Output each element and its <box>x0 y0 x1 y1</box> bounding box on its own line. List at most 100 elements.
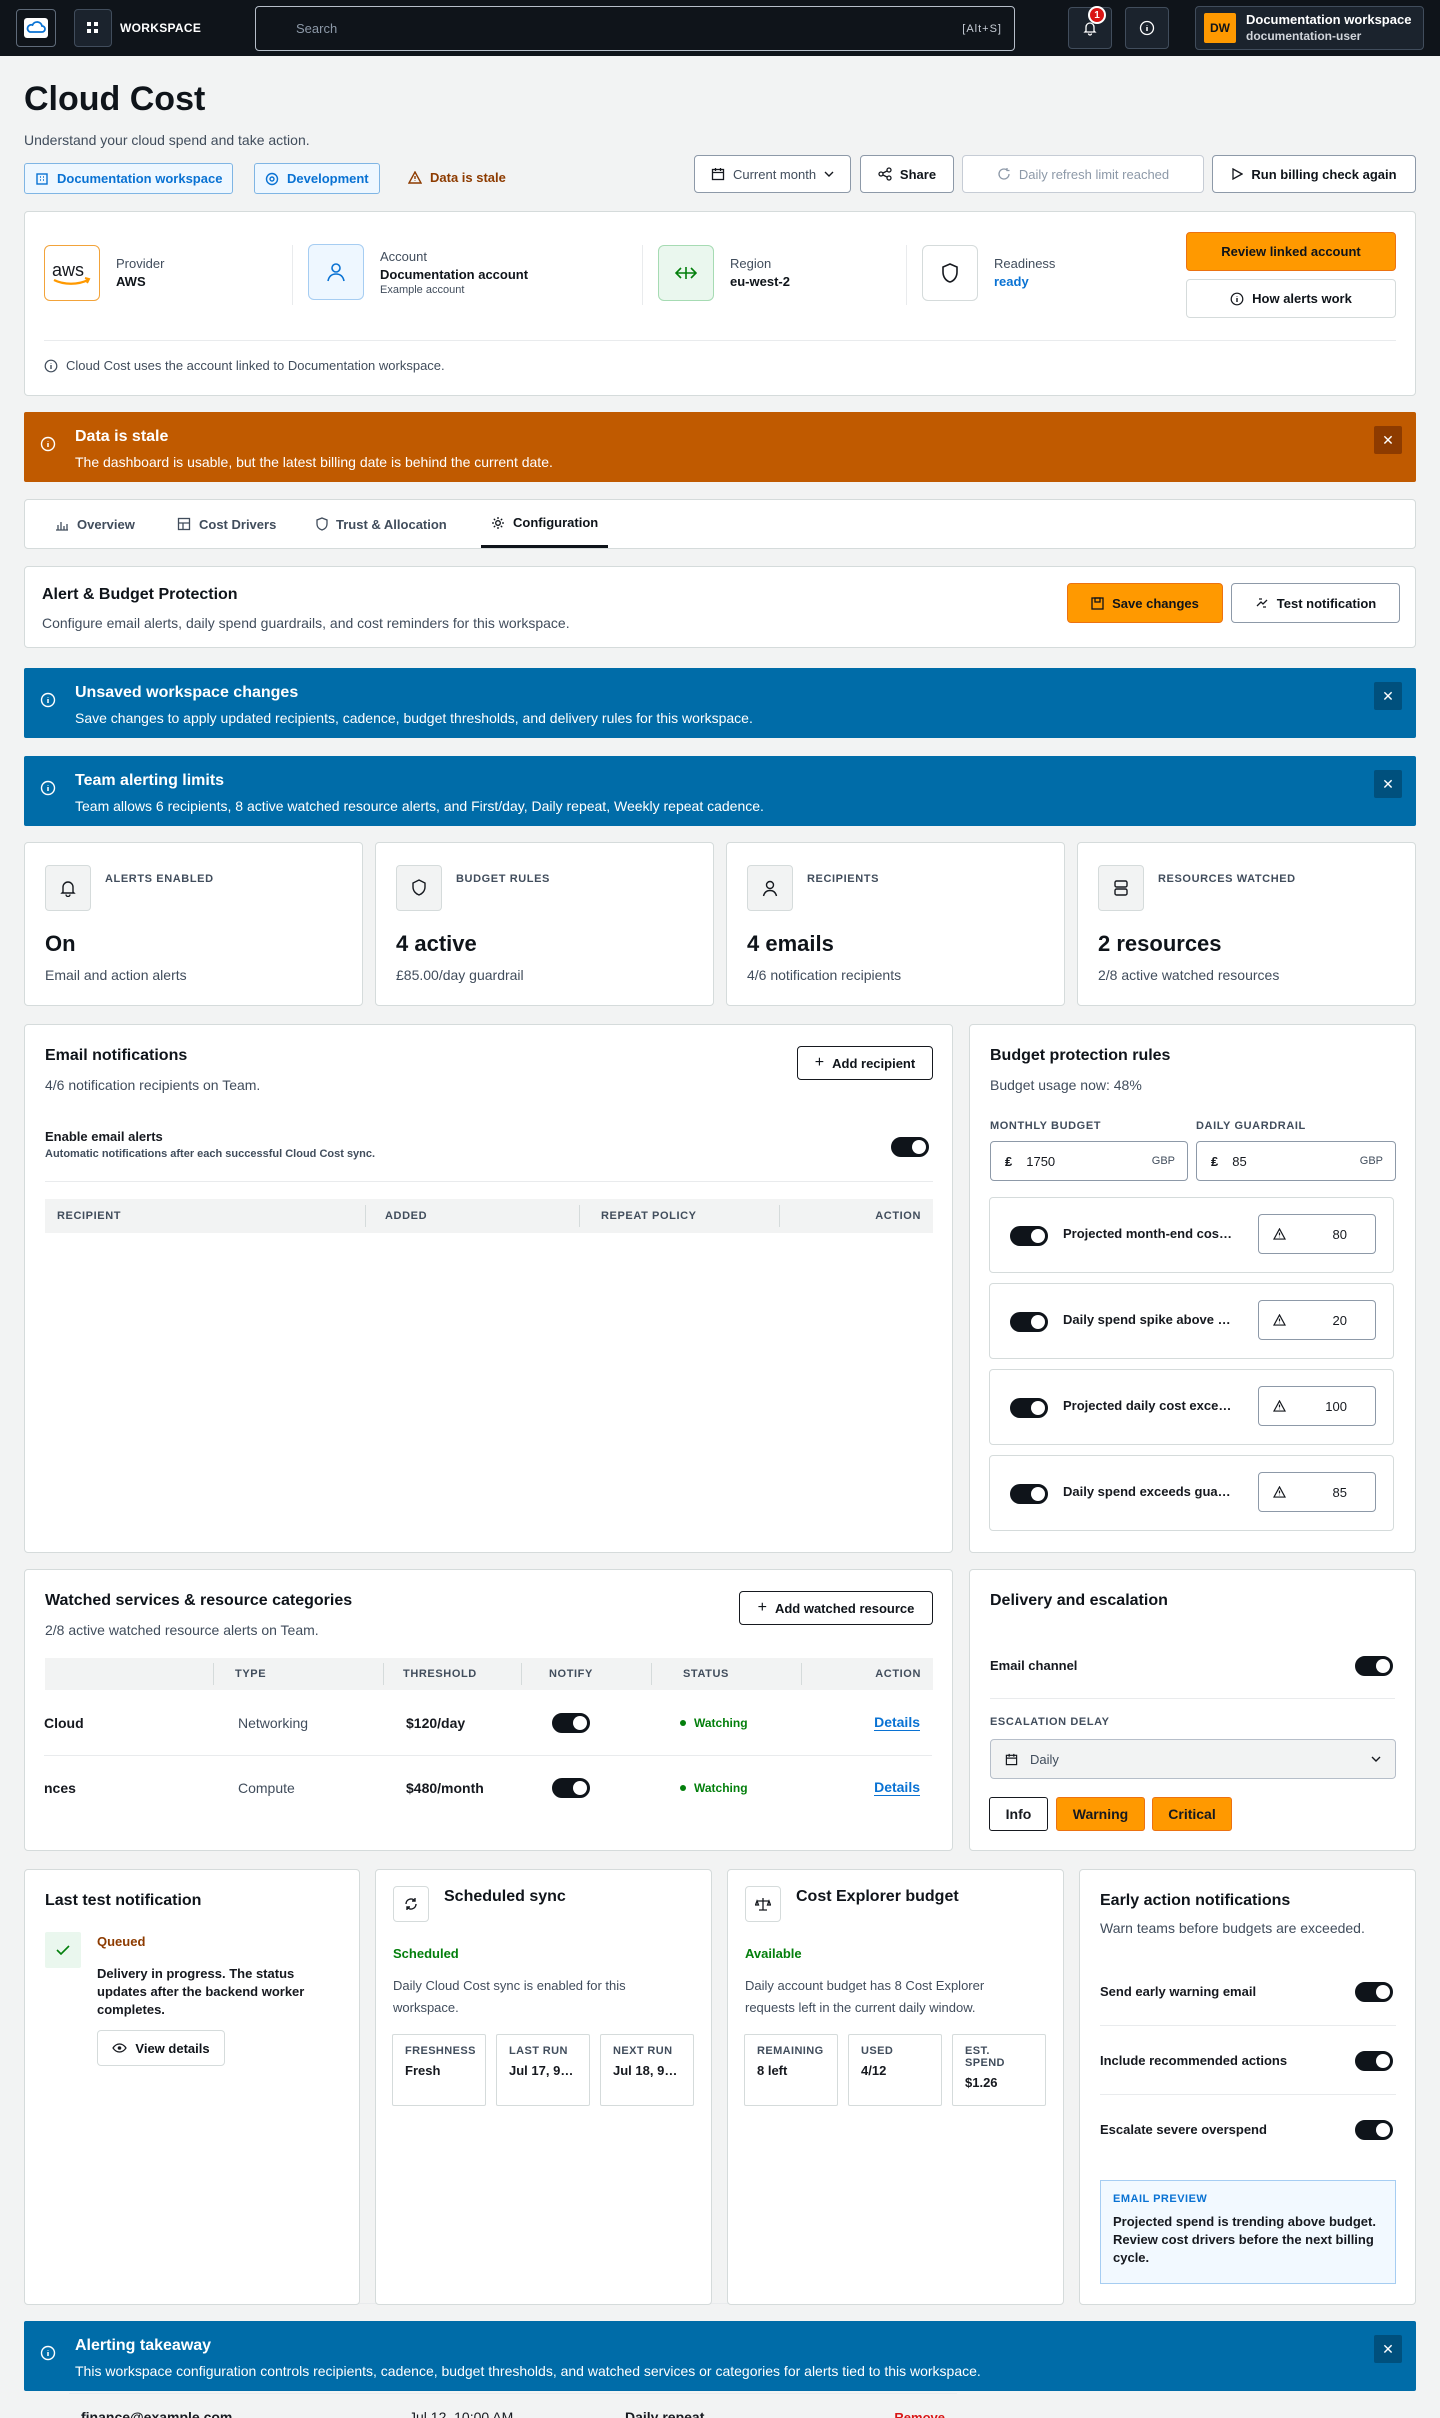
tab-overview[interactable]: Overview <box>49 500 141 548</box>
sync-freshness-cell: FRESHNESS Fresh <box>392 2034 486 2106</box>
tab-trust-allocation[interactable]: Trust & Allocation <box>310 500 453 548</box>
divider <box>1100 2094 1396 2095</box>
add-recipient-button[interactable]: + Add recipient <box>797 1046 933 1080</box>
stat-value: 4 emails <box>747 931 834 956</box>
period-select[interactable]: Current month <box>694 155 851 193</box>
account-info: Account Documentation account Example ac… <box>308 244 528 300</box>
user-menu[interactable]: DW Documentation workspace documentation… <box>1195 6 1424 50</box>
recommended-actions-toggle[interactable] <box>1355 2051 1393 2071</box>
divider <box>292 245 293 305</box>
divider <box>579 1205 580 1227</box>
refresh-button[interactable]: Daily refresh limit reached <box>962 155 1204 193</box>
info-icon <box>40 780 56 796</box>
workspace-pill[interactable]: Documentation workspace <box>24 163 234 194</box>
user-icon <box>308 244 364 300</box>
environment-pill[interactable]: Development <box>254 163 380 194</box>
enable-email-toggle[interactable] <box>891 1137 929 1157</box>
cell-label: USED <box>861 2045 894 2057</box>
watched-details-link[interactable]: Details <box>874 1779 920 1796</box>
col-type: TYPE <box>235 1668 267 1680</box>
status-dot-icon <box>680 1720 686 1726</box>
view-details-button[interactable]: View details <box>97 2030 225 2066</box>
add-watched-resource-label: Add watched resource <box>774 1600 915 1616</box>
table-row: finance@example.com Jul 12, 10:00 AM Dai… <box>69 2394 957 2418</box>
aws-logo-text: aws <box>52 260 84 280</box>
early-warning-toggle[interactable] <box>1355 1982 1393 2002</box>
escalation-delay-select[interactable]: Daily <box>990 1739 1396 1779</box>
sync-status: Scheduled <box>393 1946 459 1961</box>
watched-title: Watched services & resource categories <box>45 1592 353 1609</box>
tab-cost-drivers[interactable]: Cost Drivers <box>171 500 282 548</box>
bar-chart-icon <box>56 522 68 531</box>
tab-overview-label: Overview <box>77 516 135 532</box>
daily-guardrail-label: DAILY GUARDRAIL <box>1196 1120 1306 1132</box>
tab-configuration[interactable]: Configuration <box>481 500 609 548</box>
divider <box>651 1663 652 1685</box>
severity-info-button[interactable]: Info <box>989 1797 1048 1831</box>
watched-threshold: $480/month <box>406 1780 484 1796</box>
play-icon <box>1232 168 1244 180</box>
explorer-used-cell: USED 4/12 <box>848 2034 942 2106</box>
cell-label: LAST RUN <box>509 2045 568 2057</box>
takeaway-desc: This workspace configuration controls re… <box>75 2363 981 2379</box>
remove-recipient-button[interactable]: Remove <box>894 2410 945 2418</box>
early-toggle-label: Escalate severe overspend <box>1100 2122 1267 2137</box>
how-alerts-work-button[interactable]: How alerts work <box>1186 279 1396 318</box>
cloud-logo-icon[interactable] <box>16 9 56 47</box>
last-test-notification-card: Last test notification Queued Delivery i… <box>24 1869 360 2305</box>
stat-label: RECIPIENTS <box>807 873 880 885</box>
limits-alert-title: Team alerting limits <box>75 772 225 789</box>
budget-rule-threshold-input[interactable]: 80 <box>1258 1214 1376 1254</box>
sync-last-run-cell: LAST RUN Jul 17, 9:00 AM <box>496 2034 590 2106</box>
email-preview-text: Projected spend is trending above budget… <box>1113 2214 1376 2265</box>
building-icon <box>36 172 48 185</box>
save-changes-button[interactable]: Save changes <box>1067 583 1223 623</box>
test-notification-button[interactable]: Test notification <box>1231 583 1400 623</box>
budget-rule-toggle[interactable] <box>1010 1226 1048 1246</box>
recipients-table-header: RECIPIENT ADDED REPEAT POLICY ACTION <box>45 1199 933 1233</box>
apps-grid-icon[interactable] <box>74 9 112 47</box>
notifications-button[interactable]: 1 <box>1068 6 1112 49</box>
close-icon[interactable]: ✕ <box>1374 770 1402 798</box>
watched-details-link[interactable]: Details <box>874 1714 920 1731</box>
watched-notify-toggle[interactable] <box>552 1778 590 1798</box>
divider <box>45 1181 933 1182</box>
search-shortcut: [Alt+S] <box>962 22 1002 35</box>
limits-alert-desc: Team allows 6 recipients, 8 active watch… <box>75 798 764 814</box>
account-footnote-text: Cloud Cost uses the account linked to Do… <box>66 358 445 373</box>
cell-value: Jul 17, 9:00 AM <box>509 2063 577 2078</box>
config-header-card: Alert & Budget Protection Configure emai… <box>24 566 1416 648</box>
budget-rule-toggle[interactable] <box>1010 1398 1048 1418</box>
monthly-budget-input[interactable]: ₤ 1750 GBP <box>990 1141 1188 1181</box>
workspace-label: WORKSPACE <box>120 21 202 35</box>
eye-icon <box>112 2043 128 2053</box>
search-input[interactable]: Search [Alt+S] <box>255 6 1015 51</box>
daily-guardrail-input[interactable]: ₤ 85 GBP <box>1196 1141 1396 1181</box>
budget-rule-toggle[interactable] <box>1010 1312 1048 1332</box>
review-linked-account-button[interactable]: Review linked account <box>1186 232 1396 271</box>
watched-desc: 2/8 active watched resource alerts on Te… <box>45 1622 319 1638</box>
budget-rule-threshold-input[interactable]: 20 <box>1258 1300 1376 1340</box>
close-icon[interactable]: ✕ <box>1374 2335 1402 2363</box>
cell-label: REMAINING <box>757 2045 824 2057</box>
budget-rule-toggle[interactable] <box>1010 1484 1048 1504</box>
watched-notify-toggle[interactable] <box>552 1713 590 1733</box>
severity-critical-button[interactable]: Critical <box>1152 1797 1232 1831</box>
email-channel-toggle[interactable] <box>1355 1656 1393 1676</box>
budget-rule-threshold-input[interactable]: 85 <box>1258 1472 1376 1512</box>
run-billing-check-button[interactable]: Run billing check again <box>1212 155 1416 193</box>
close-icon[interactable]: ✕ <box>1374 426 1402 454</box>
escalate-overspend-toggle[interactable] <box>1355 2120 1393 2140</box>
share-button[interactable]: Share <box>860 155 954 193</box>
shield-icon <box>922 245 978 301</box>
escalation-delay-label: ESCALATION DELAY <box>990 1716 1110 1728</box>
budget-rule-threshold-input[interactable]: 100 <box>1258 1386 1376 1426</box>
refresh-label: Daily refresh limit reached <box>1018 166 1170 182</box>
close-icon[interactable]: ✕ <box>1374 682 1402 710</box>
add-watched-resource-button[interactable]: + Add watched resource <box>739 1591 933 1625</box>
help-button[interactable] <box>1125 7 1169 49</box>
stale-status-label: Data is stale <box>430 170 506 185</box>
early-desc: Warn teams before budgets are exceeded. <box>1100 1920 1365 1936</box>
stale-alert-title: Data is stale <box>75 428 169 445</box>
severity-warning-button[interactable]: Warning <box>1056 1797 1145 1831</box>
